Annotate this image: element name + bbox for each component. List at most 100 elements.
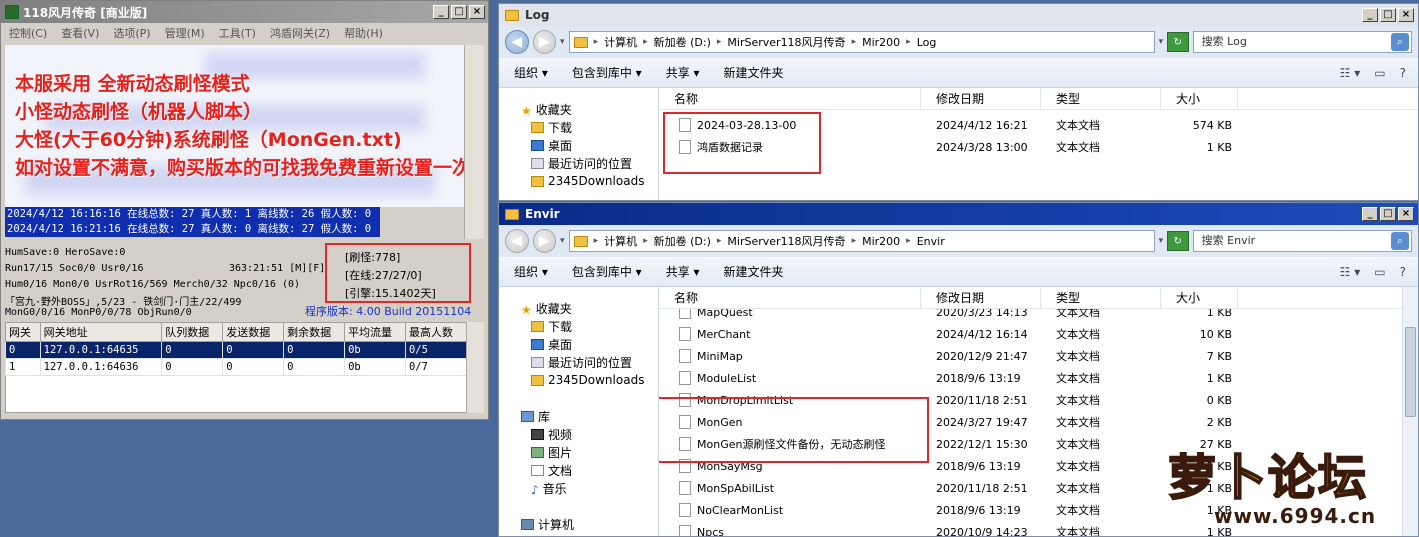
minimize-button[interactable]: _ (433, 5, 449, 19)
column-type[interactable]: 类型 (1041, 88, 1161, 109)
table-row[interactable]: 1 127.0.0.1:64636 0 0 0 0b 0/7 (5, 358, 468, 376)
back-button[interactable]: ◀ (505, 30, 529, 54)
nav-item[interactable]: 库 (499, 407, 658, 425)
column-size[interactable]: 大小 (1161, 88, 1238, 109)
col-header[interactable]: 平均流量 (344, 322, 406, 342)
share-button[interactable]: 共享 ▾ (666, 263, 700, 280)
help-icon[interactable]: ? (1400, 265, 1406, 279)
menu-tools[interactable]: 工具(T) (219, 25, 256, 41)
address-bar[interactable]: ▸ 计算机 ▸ 新加卷 (D:) ▸ MirServer118风月传奇 ▸ Mi… (568, 230, 1155, 252)
nav-item[interactable]: 下载 (499, 317, 658, 335)
path-segment[interactable]: 计算机 (604, 233, 637, 249)
preview-pane-icon[interactable]: ▭ (1374, 66, 1385, 80)
menu-help[interactable]: 帮助(H) (344, 25, 383, 41)
minimize-button[interactable]: _ (1362, 207, 1378, 221)
nav-item[interactable]: 下载 (499, 118, 658, 136)
file-row[interactable]: MerChant 2024/4/12 16:14 文本文档 10 KB (659, 323, 1402, 345)
view-options-icon[interactable]: ☷ ▾ (1340, 265, 1361, 279)
nav-item[interactable]: 最近访问的位置 (499, 353, 658, 371)
col-header[interactable]: 发送数据 (222, 322, 285, 342)
maximize-button[interactable]: □ (451, 5, 467, 19)
file-row[interactable]: ModuleList 2018/9/6 13:19 文本文档 1 KB (659, 367, 1402, 389)
organize-button[interactable]: 组织 ▾ (514, 263, 548, 280)
file-row[interactable]: MiniMap 2020/12/9 21:47 文本文档 7 KB (659, 345, 1402, 367)
back-button[interactable]: ◀ (505, 229, 529, 253)
search-placeholder: 搜索 Envir (1201, 234, 1256, 247)
view-options-icon[interactable]: ☷ ▾ (1340, 66, 1361, 80)
column-date[interactable]: 修改日期 (921, 287, 1041, 308)
menu-manage[interactable]: 管理(M) (165, 25, 205, 41)
path-segment[interactable]: 新加卷 (D:) (654, 233, 711, 249)
new-folder-button[interactable]: 新建文件夹 (724, 64, 784, 81)
path-segment[interactable]: Mir200 (862, 36, 900, 49)
organize-button[interactable]: 组织 ▾ (514, 64, 548, 81)
path-segment[interactable]: 新加卷 (D:) (654, 34, 711, 50)
nav-item[interactable]: 计算机 (499, 515, 658, 533)
search-icon[interactable]: ⌕ (1390, 33, 1409, 51)
history-chevron-icon[interactable]: ▾ (560, 37, 565, 47)
path-segment[interactable]: Log (917, 36, 937, 49)
col-header[interactable]: 网关地址 (39, 322, 163, 342)
stat-line: Hum0/16 Mon0/0 UsrRot16/569 Merch0/32 Np… (5, 279, 301, 290)
nav-item[interactable]: 视频 (499, 425, 658, 443)
log-scrollbar[interactable] (464, 45, 484, 239)
menu-gateway[interactable]: 鸿盾网关(Z) (270, 25, 330, 41)
col-header[interactable]: 最高人数 (404, 322, 468, 342)
nav-item[interactable]: 2345Downloads (499, 172, 658, 190)
refresh-button[interactable]: ↻ (1167, 32, 1189, 52)
path-segment[interactable]: Mir200 (862, 235, 900, 248)
address-dropdown-icon[interactable]: ▾ (1159, 236, 1164, 246)
close-button[interactable]: × (1398, 8, 1414, 22)
path-segment[interactable]: Envir (917, 235, 945, 248)
column-type[interactable]: 类型 (1041, 287, 1161, 308)
search-input[interactable]: 搜索 Envir ⌕ (1192, 230, 1412, 252)
nav-item[interactable]: ★ 收藏夹 (499, 299, 658, 317)
preview-pane-icon[interactable]: ▭ (1374, 265, 1385, 279)
column-date[interactable]: 修改日期 (921, 88, 1041, 109)
include-in-library-button[interactable]: 包含到库中 ▾ (572, 263, 642, 280)
address-bar[interactable]: ▸ 计算机 ▸ 新加卷 (D:) ▸ MirServer118风月传奇 ▸ Mi… (568, 31, 1155, 53)
search-icon[interactable]: ⌕ (1390, 232, 1409, 250)
nav-item[interactable]: 桌面 (499, 136, 658, 154)
maximize-button[interactable]: □ (1380, 8, 1396, 22)
col-header[interactable]: 剩余数据 (283, 322, 346, 342)
menu-control[interactable]: 控制(C) (9, 25, 47, 41)
menu-options[interactable]: 选项(P) (113, 25, 150, 41)
text-file-icon (679, 525, 691, 536)
new-folder-button[interactable]: 新建文件夹 (724, 263, 784, 280)
search-input[interactable]: 搜索 Log ⌕ (1192, 31, 1412, 53)
nav-item[interactable]: ★ 收藏夹 (499, 100, 658, 118)
forward-button[interactable]: ▶ (532, 229, 557, 253)
nav-item[interactable]: 图片 (499, 443, 658, 461)
scrollbar-thumb[interactable] (1405, 327, 1416, 417)
path-segment[interactable]: MirServer118风月传奇 (727, 233, 845, 249)
history-chevron-icon[interactable]: ▾ (560, 236, 565, 246)
close-button[interactable]: × (469, 5, 485, 19)
close-button[interactable]: × (1398, 207, 1414, 221)
path-segment[interactable]: 计算机 (604, 34, 637, 50)
nav-item[interactable]: 文档 (499, 461, 658, 479)
column-name[interactable]: 名称 (659, 88, 921, 109)
address-dropdown-icon[interactable]: ▾ (1159, 37, 1164, 47)
online-log-lines: 2024/4/12 16:16:16 在线总数: 27 真人数: 1 离线数: … (5, 207, 380, 237)
share-button[interactable]: 共享 ▾ (666, 64, 700, 81)
forward-button[interactable]: ▶ (532, 30, 557, 54)
nav-item[interactable]: 最近访问的位置 (499, 154, 658, 172)
nav-item[interactable]: 桌面 (499, 335, 658, 353)
gateway-scrollbar[interactable] (466, 322, 484, 413)
path-segment[interactable]: MirServer118风月传奇 (727, 34, 845, 50)
minimize-button[interactable]: _ (1362, 8, 1378, 22)
col-header[interactable]: 网关 (5, 322, 41, 342)
nav-item[interactable]: ♪ 音乐 (499, 479, 658, 497)
maximize-button[interactable]: □ (1380, 207, 1396, 221)
music-icon: ♪ (531, 482, 539, 497)
nav-item[interactable]: 2345Downloads (499, 371, 658, 389)
include-in-library-button[interactable]: 包含到库中 ▾ (572, 64, 642, 81)
col-header[interactable]: 队列数据 (161, 322, 224, 342)
column-name[interactable]: 名称 (659, 287, 921, 308)
column-size[interactable]: 大小 (1161, 287, 1238, 308)
help-icon[interactable]: ? (1400, 66, 1406, 80)
refresh-button[interactable]: ↻ (1167, 231, 1189, 251)
menu-view[interactable]: 查看(V) (61, 25, 99, 41)
table-row[interactable]: 0 127.0.0.1:64635 0 0 0 0b 0/5 (5, 341, 468, 359)
